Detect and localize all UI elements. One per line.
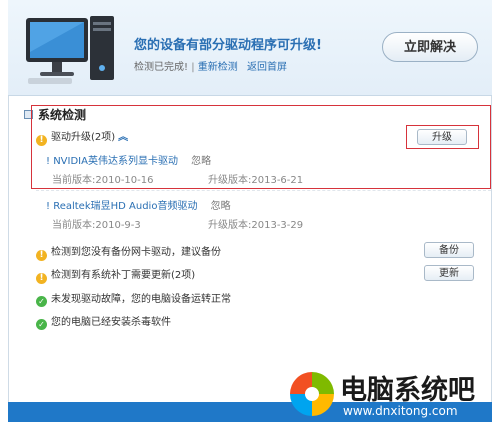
patch-row: ! 检测到有系统补丁需要更新(2项) [36,266,195,284]
upgrade-button[interactable]: 升级 [417,129,467,145]
warning-icon: ! [36,273,47,284]
driver-item: ! NVIDIA英伟达系列显卡驱动 忽略 [46,152,211,167]
patch-label: 检测到有系统补丁需要更新(2项) [51,270,196,281]
update-button[interactable]: 更新 [424,265,474,281]
backup-button[interactable]: 备份 [424,242,474,258]
driver-current-version: 当前版本:2010-10-16 [52,175,154,186]
ok-label: 您的电脑已经安装杀毒软件 [51,317,171,328]
ignore-link[interactable]: 忽略 [191,156,211,167]
driver-current-version: 当前版本:2010-9-3 [52,220,141,231]
chevron-up-icon[interactable]: ︽ [118,132,128,143]
warning-icon: ! [36,135,47,146]
computer-illustration [26,16,114,84]
check-icon: ✓ [36,319,47,330]
driver-upgrade-version: 升级版本:2013-3-29 [208,220,304,231]
status-text: 检测已完成! [134,62,189,73]
driver-prefix: ! [46,156,51,167]
driver-upgrade-row[interactable]: ! 驱动升级(2项) ︽ [36,128,128,146]
result-headline: 您的设备有部分驱动程序可升级! [134,38,322,53]
ok-label: 未发现驱动故障，您的电脑设备运转正常 [51,294,231,305]
backup-row: ! 检测到您没有备份网卡驱动，建议备份 [36,243,221,261]
driver-name-link[interactable]: Realtek瑞昱HD Audio音频驱动 [53,201,197,212]
check-icon: ✓ [36,296,47,307]
driver-name-link[interactable]: NVIDIA英伟达系列显卡驱动 [53,156,178,167]
driver-item: ! Realtek瑞昱HD Audio音频驱动 忽略 [46,197,231,212]
divider [36,190,491,191]
watermark-brand: 电脑系统吧 [340,375,475,406]
watermark-url: www.dnxitong.com [343,404,458,418]
ok-row: ✓ 未发现驱动故障，您的电脑设备运转正常 [36,290,231,307]
driver-prefix: ! [46,201,51,212]
driver-upgrade-label: 驱动升级(2项) [51,132,116,143]
windows-logo-icon [290,372,334,416]
separator: | [191,62,195,73]
ok-row: ✓ 您的电脑已经安装杀毒软件 [36,313,171,330]
back-home-link[interactable]: 返回首屏 [247,62,287,73]
redetect-link[interactable]: 重新检测 [198,62,238,73]
status-line: 检测已完成! | 重新检测 返回首屏 [134,58,287,73]
warning-icon: ! [36,250,47,261]
driver-upgrade-version: 升级版本:2013-6-21 [208,175,304,186]
fix-now-button[interactable]: 立即解决 [382,32,478,62]
backup-label: 检测到您没有备份网卡驱动，建议备份 [51,247,221,258]
ignore-link[interactable]: 忽略 [211,201,231,212]
